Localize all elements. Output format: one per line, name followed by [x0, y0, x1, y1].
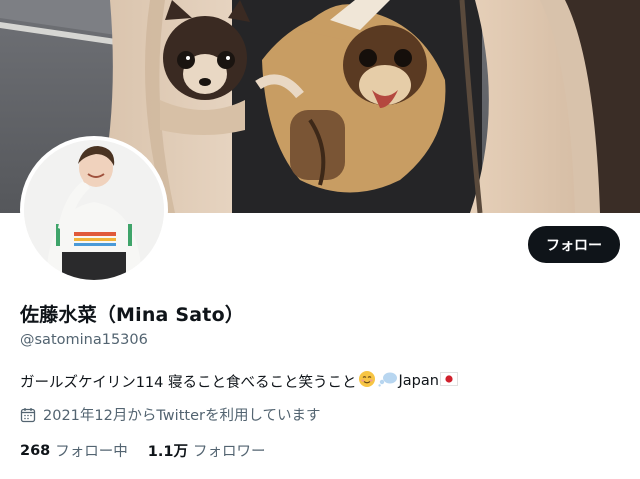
relieved-face-emoji-icon	[358, 370, 376, 392]
profile-joined: 2021年12月からTwitterを利用しています	[20, 404, 321, 425]
following-link[interactable]: 268 フォロー中	[20, 440, 128, 461]
profile-handle: @satomina15306	[20, 332, 148, 348]
bio-suffix: Japan	[398, 373, 439, 389]
profile-display-name: 佐藤水菜（Mina Sato）	[20, 304, 245, 326]
bio-text: ガールズケイリン114 寝ること食べること笑うこと	[20, 374, 357, 391]
following-count: 268	[20, 442, 51, 459]
joined-text: 2021年12月からTwitterを利用しています	[43, 408, 321, 424]
avatar-photo	[24, 140, 164, 280]
profile-stats: 268 フォロー中 1.1万 フォロワー	[20, 440, 285, 461]
following-label: フォロー中	[55, 444, 128, 460]
profile-bio: ガールズケイリン114 寝ること食べること笑うこと Japan	[20, 370, 459, 392]
followers-link[interactable]: 1.1万 フォロワー	[148, 440, 266, 461]
profile-avatar[interactable]	[20, 136, 168, 284]
follow-button[interactable]: フォロー	[528, 226, 620, 263]
profile-page: フォロー 佐藤水菜（Mina Sato） @satomina15306 ガールズ…	[0, 0, 640, 479]
followers-label: フォロワー	[192, 444, 266, 460]
followers-count: 1.1万	[147, 444, 188, 460]
calendar-icon	[20, 407, 36, 423]
japan-flag-emoji-icon	[439, 372, 458, 390]
thought-bubble-emoji-icon	[377, 370, 398, 392]
